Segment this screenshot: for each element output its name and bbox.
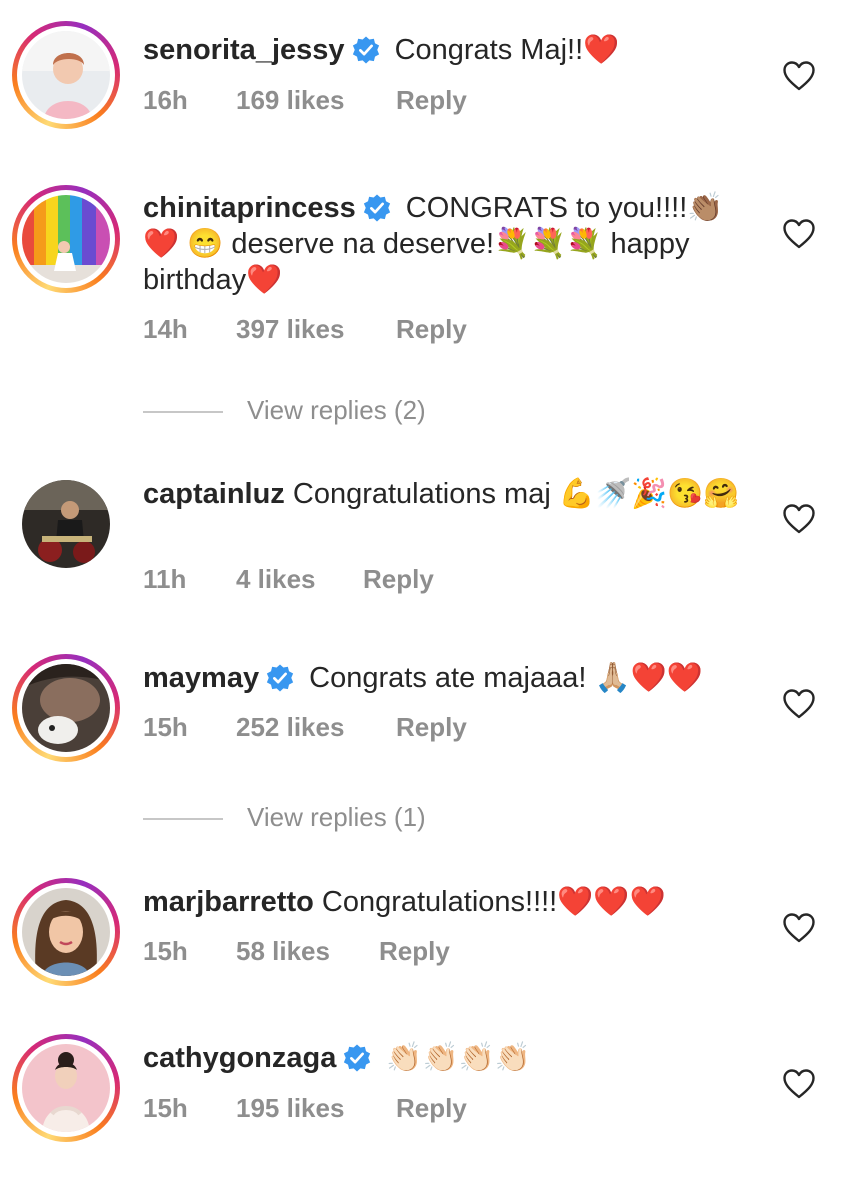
- comment-body: Congratulations maj 💪🚿🎉😘🤗: [284, 478, 740, 510]
- comment-time: 16h: [143, 85, 188, 115]
- avatar-story-ring[interactable]: [12, 654, 120, 762]
- heart-outline-icon[interactable]: [782, 218, 816, 250]
- avatar-story-ring[interactable]: [12, 21, 120, 129]
- comment-time: 14h: [143, 314, 188, 344]
- divider: [143, 818, 223, 821]
- view-replies-label: View replies (2): [247, 395, 426, 425]
- reply-button[interactable]: Reply: [363, 564, 434, 595]
- comment-body: Congrats Maj!!❤️: [386, 34, 620, 66]
- verified-badge-icon: [265, 663, 295, 693]
- reply-button[interactable]: Reply: [396, 712, 467, 743]
- comment-likes[interactable]: 252 likes: [236, 712, 396, 743]
- avatar-story-ring[interactable]: [12, 185, 120, 293]
- comment-text: senorita_jessy Congrats Maj!!❤️: [143, 32, 743, 68]
- avatar: [22, 480, 110, 568]
- view-replies-button[interactable]: View replies (2): [143, 395, 426, 426]
- comment-username[interactable]: senorita_jessy: [143, 34, 345, 66]
- verified-badge-icon: [362, 193, 392, 223]
- comment-text: captainluz Congratulations maj 💪🚿🎉😘🤗: [143, 476, 743, 512]
- avatar-container[interactable]: [12, 470, 120, 578]
- comment-meta: 15h 58 likes Reply: [143, 936, 450, 967]
- verified-badge-icon: [342, 1043, 372, 1073]
- avatar: [22, 888, 110, 976]
- avatar: [22, 195, 110, 283]
- reply-button[interactable]: Reply: [379, 936, 450, 967]
- reply-button[interactable]: Reply: [396, 1093, 467, 1124]
- view-replies-label: View replies (1): [247, 802, 426, 832]
- comment-text: cathygonzaga 👏🏻👏🏻👏🏻👏🏻: [143, 1040, 743, 1076]
- comment-time: 15h: [143, 1093, 188, 1123]
- view-replies-button[interactable]: View replies (1): [143, 802, 426, 833]
- divider: [143, 411, 223, 414]
- comment-time: 15h: [143, 936, 188, 966]
- comment-username[interactable]: cathygonzaga: [143, 1042, 336, 1074]
- comment-meta: 15h 252 likes Reply: [143, 712, 467, 743]
- reply-button[interactable]: Reply: [396, 85, 467, 116]
- verified-badge-icon: [351, 35, 381, 65]
- comment-username[interactable]: captainluz: [143, 478, 285, 510]
- avatar-story-ring[interactable]: [12, 1034, 120, 1142]
- avatar: [22, 31, 110, 119]
- reply-button[interactable]: Reply: [396, 314, 467, 345]
- comment-username[interactable]: maymay: [143, 662, 259, 694]
- comment-text: marjbarretto Congratulations!!!!❤️❤️❤️: [143, 884, 743, 920]
- heart-outline-icon[interactable]: [782, 60, 816, 92]
- avatar: [22, 664, 110, 752]
- comment-text: maymay Congrats ate majaaa! 🙏🏼❤️❤️: [143, 660, 743, 696]
- comment-body: Congrats ate majaaa! 🙏🏼❤️❤️: [301, 662, 703, 694]
- comment-meta: 14h 397 likes Reply: [143, 314, 467, 345]
- comment-text: chinitaprincess CONGRATS to you!!!!👏🏽❤️ …: [143, 190, 743, 298]
- heart-outline-icon[interactable]: [782, 912, 816, 944]
- comment-time: 15h: [143, 712, 188, 742]
- comment-body: 👏🏻👏🏻👏🏻👏🏻: [378, 1042, 531, 1074]
- comment-username[interactable]: chinitaprincess: [143, 192, 356, 224]
- heart-outline-icon[interactable]: [782, 1068, 816, 1100]
- comment-likes[interactable]: 397 likes: [236, 314, 396, 345]
- heart-outline-icon[interactable]: [782, 503, 816, 535]
- comment-username[interactable]: marjbarretto: [143, 886, 314, 918]
- comment-likes[interactable]: 195 likes: [236, 1093, 396, 1124]
- comment-meta: 15h 195 likes Reply: [143, 1093, 467, 1124]
- avatar-story-ring[interactable]: [12, 878, 120, 986]
- comment-likes[interactable]: 4 likes: [236, 564, 363, 595]
- comment-likes[interactable]: 58 likes: [236, 936, 379, 967]
- avatar: [22, 1044, 110, 1132]
- comment-body: Congratulations!!!!❤️❤️❤️: [313, 886, 666, 918]
- comment-meta: 16h 169 likes Reply: [143, 85, 467, 116]
- heart-outline-icon[interactable]: [782, 688, 816, 720]
- comment-meta: 11h 4 likes Reply: [143, 564, 434, 595]
- comment-likes[interactable]: 169 likes: [236, 85, 396, 116]
- comment-time: 11h: [143, 564, 187, 594]
